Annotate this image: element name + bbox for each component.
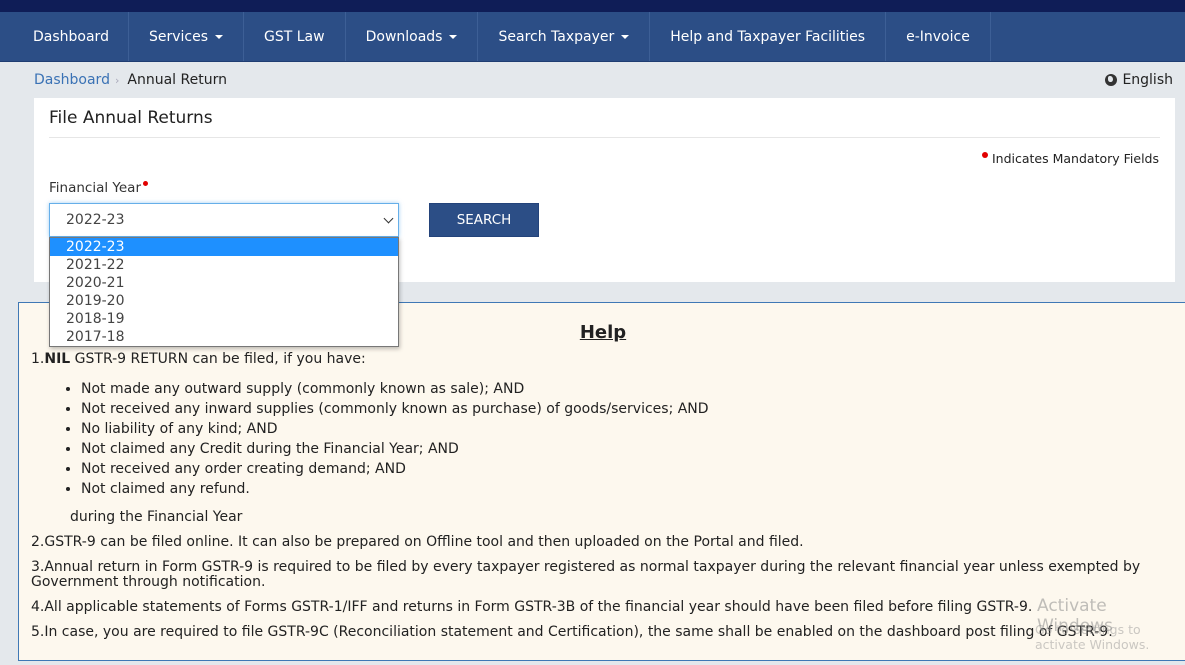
help-point-2: 2.GSTR-9 can be filed online. It can als… (31, 534, 804, 550)
caret-down-icon (449, 34, 458, 39)
financial-year-select[interactable]: 2022-23 (49, 203, 399, 237)
nav-services[interactable]: Services (129, 12, 245, 61)
list-item: Not received any inward supplies (common… (81, 399, 1185, 419)
top-strip (0, 0, 1185, 12)
chevron-down-icon (383, 213, 394, 224)
help-point-1-text: GSTR-9 RETURN can be filed, if you have: (70, 351, 366, 367)
nav-label: Downloads (365, 28, 443, 45)
language-label: English (1122, 72, 1173, 88)
list-item: Not received any order creating demand; … (81, 459, 1185, 479)
nav-gst-law[interactable]: GST Law (244, 12, 346, 61)
help-point-1-prefix: 1. (31, 351, 45, 367)
list-item: Not claimed any Credit during the Financ… (81, 439, 1185, 459)
mandatory-dot-icon (981, 152, 988, 158)
nav-label: Dashboard (33, 28, 109, 45)
fy-option[interactable]: 2020-21 (50, 274, 398, 292)
financial-year-options: 2022-23 2021-22 2020-21 2019-20 2018-19 … (49, 237, 399, 347)
nav-help-facilities[interactable]: Help and Taxpayer Facilities (650, 12, 887, 61)
fy-option[interactable]: 2019-20 (50, 292, 398, 310)
page-title: File Annual Returns (49, 98, 1160, 138)
nav-label: Help and Taxpayer Facilities (670, 28, 866, 45)
required-dot-icon (143, 181, 148, 186)
fy-option[interactable]: 2018-19 (50, 310, 398, 328)
nav-label: GST Law (264, 28, 325, 45)
nav-dashboard[interactable]: Dashboard (0, 12, 129, 61)
nav-label: Services (148, 28, 209, 45)
list-item: No liability of any kind; AND (81, 419, 1185, 439)
breadcrumb-current: Annual Return (127, 72, 227, 88)
help-point-5: 5.In case, you are required to file GSTR… (31, 624, 1113, 640)
language-selector[interactable]: English (1105, 72, 1173, 88)
nav-search-taxpayer[interactable]: Search Taxpayer (478, 12, 651, 61)
nav-label: e-Invoice (906, 28, 970, 45)
main-nav: Dashboard Services GST Law Downloads Sea… (0, 12, 1185, 62)
caret-down-icon (215, 34, 224, 39)
fy-option[interactable]: 2017-18 (50, 328, 398, 346)
financial-year-selected-value: 2022-23 (66, 212, 125, 228)
help-panel: Help 1.NIL GSTR-9 RETURN can be filed, i… (18, 302, 1185, 661)
list-item: Not claimed any refund. (81, 479, 1185, 499)
help-point-4: 4.All applicable statements of Forms GST… (31, 599, 1033, 615)
globe-icon (1105, 74, 1118, 86)
mandatory-note: Indicates Mandatory Fields (981, 151, 1159, 166)
breadcrumb-separator: › (114, 73, 120, 87)
nav-e-invoice[interactable]: e-Invoice (886, 12, 991, 61)
help-point-1-bold: NIL (44, 351, 71, 367)
breadcrumb-dashboard-link[interactable]: Dashboard (34, 72, 110, 88)
breadcrumb-bar: Dashboard › Annual Return English (0, 62, 1185, 98)
breadcrumb: Dashboard › Annual Return (34, 72, 227, 88)
help-point-1: 1.NIL GSTR-9 RETURN can be filed, if you… (31, 351, 1185, 367)
nil-conditions-list: Not made any outward supply (commonly kn… (31, 379, 1185, 499)
mandatory-note-text: Indicates Mandatory Fields (991, 151, 1159, 166)
caret-down-icon (621, 34, 630, 39)
search-button[interactable]: SEARCH (429, 203, 539, 237)
fy-option[interactable]: 2021-22 (50, 256, 398, 274)
financial-year-label: Financial Year (49, 180, 152, 196)
bullet-suffix: during the Financial Year (70, 509, 243, 525)
help-point-3: 3.Annual return in Form GSTR-9 is requir… (31, 559, 1141, 590)
nav-label: Search Taxpayer (498, 28, 615, 45)
list-item: Not made any outward supply (commonly kn… (81, 379, 1185, 399)
nav-downloads[interactable]: Downloads (346, 12, 479, 61)
financial-year-label-text: Financial Year (49, 180, 141, 196)
fy-option[interactable]: 2022-23 (50, 238, 398, 256)
